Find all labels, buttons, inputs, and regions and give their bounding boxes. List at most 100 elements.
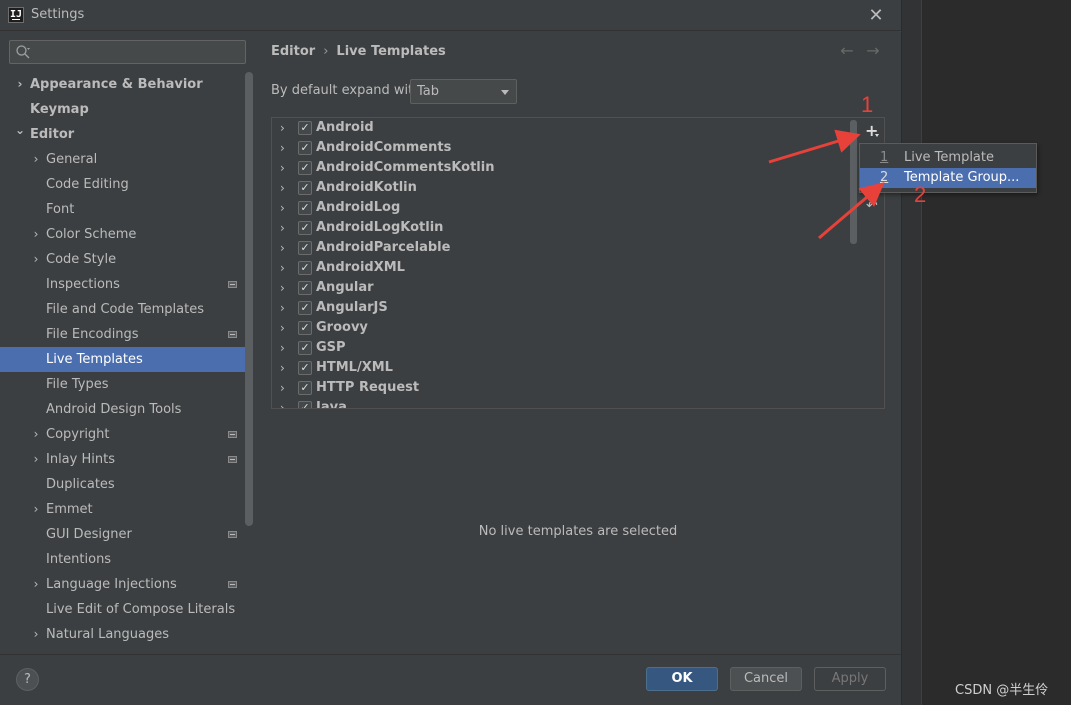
template-group-row[interactable]: › ✓ AndroidLog [272, 198, 859, 218]
template-group-checkbox[interactable]: ✓ [298, 341, 312, 355]
chevron-right-icon[interactable]: › [30, 622, 42, 647]
chevron-right-icon[interactable]: › [280, 378, 285, 398]
undo-icon[interactable]: ↶ [866, 199, 880, 213]
expand-with-value: Tab [417, 84, 440, 99]
popup-item-live-template[interactable]: 1 Live Template [860, 148, 1036, 168]
template-group-row[interactable]: › ✓ Angular [272, 278, 859, 298]
sidebar-item-font[interactable]: Font [0, 197, 253, 222]
template-group-checkbox[interactable]: ✓ [298, 181, 312, 195]
chevron-right-icon[interactable]: › [280, 178, 285, 198]
sidebar-item-label: Android Design Tools [46, 402, 182, 417]
chevron-right-icon[interactable]: › [280, 118, 285, 138]
template-group-row[interactable]: › ✓ AndroidComments [272, 138, 859, 158]
sidebar-item-duplicates[interactable]: Duplicates [0, 472, 253, 497]
template-group-row[interactable]: › ✓ AndroidLogKotlin [272, 218, 859, 238]
sidebar-item-natural-languages[interactable]: › Natural Languages [0, 622, 253, 647]
chevron-down-icon[interactable]: ⌄ [14, 118, 26, 143]
chevron-right-icon[interactable]: › [280, 278, 285, 298]
sidebar-item-general[interactable]: › General [0, 147, 253, 172]
template-group-checkbox[interactable]: ✓ [298, 381, 312, 395]
sidebar-item-language-injections[interactable]: › Language Injections [0, 572, 253, 597]
sidebar-item-inlay-hints[interactable]: › Inlay Hints [0, 447, 253, 472]
chevron-right-icon[interactable]: › [30, 447, 42, 472]
arrow-left-icon[interactable]: ← [838, 41, 856, 60]
sidebar-item-live-edit-of-compose-literals[interactable]: Live Edit of Compose Literals [0, 597, 253, 622]
sidebar-item-file-and-code-templates[interactable]: File and Code Templates [0, 297, 253, 322]
template-group-row[interactable]: › ✓ AndroidParcelable [272, 238, 859, 258]
template-group-checkbox[interactable]: ✓ [298, 241, 312, 255]
breadcrumb-separator: › [323, 44, 329, 59]
template-group-checkbox[interactable]: ✓ [298, 401, 312, 408]
template-group-checkbox[interactable]: ✓ [298, 261, 312, 275]
popup-item-template-group[interactable]: 2 Template Group... [860, 168, 1036, 188]
sidebar-item-gui-designer[interactable]: GUI Designer [0, 522, 253, 547]
template-group-checkbox[interactable]: ✓ [298, 301, 312, 315]
chevron-right-icon[interactable]: › [280, 158, 285, 178]
sidebar-item-file-encodings[interactable]: File Encodings [0, 322, 253, 347]
expand-with-dropdown[interactable]: Tab [410, 79, 517, 104]
sidebar-item-emmet[interactable]: › Emmet [0, 497, 253, 522]
template-group-row[interactable]: › ✓ HTML/XML [272, 358, 859, 378]
apply-button[interactable]: Apply [814, 667, 886, 691]
sidebar-scrollbar[interactable] [245, 72, 253, 526]
sidebar-item-copyright[interactable]: › Copyright [0, 422, 253, 447]
template-group-checkbox[interactable]: ✓ [298, 201, 312, 215]
chevron-right-icon[interactable]: › [280, 318, 285, 338]
chevron-right-icon[interactable]: › [30, 147, 42, 172]
sidebar-item-label: Code Editing [46, 177, 129, 192]
close-icon[interactable]: ✕ [866, 6, 886, 26]
chevron-right-icon[interactable]: › [30, 247, 42, 272]
cancel-button[interactable]: Cancel [730, 667, 802, 691]
chevron-right-icon[interactable]: › [280, 198, 285, 218]
breadcrumb-editor[interactable]: Editor [271, 44, 315, 59]
sidebar-item-keymap[interactable]: Keymap [0, 97, 253, 122]
template-group-row[interactable]: › ✓ AndroidKotlin [272, 178, 859, 198]
help-button[interactable]: ? [16, 668, 39, 691]
sidebar-item-label: Copyright [46, 427, 110, 442]
sidebar-item-file-types[interactable]: File Types [0, 372, 253, 397]
chevron-right-icon[interactable]: › [30, 222, 42, 247]
template-group-checkbox[interactable]: ✓ [298, 141, 312, 155]
template-group-row[interactable]: › ✓ AndroidCommentsKotlin [272, 158, 859, 178]
sidebar-item-label: Intentions [46, 552, 112, 567]
template-group-row[interactable]: › ✓ GSP [272, 338, 859, 358]
template-group-row[interactable]: › ✓ Java [272, 398, 859, 408]
template-group-row[interactable]: › ✓ AndroidXML [272, 258, 859, 278]
chevron-right-icon[interactable]: › [280, 258, 285, 278]
template-group-checkbox[interactable]: ✓ [298, 321, 312, 335]
sidebar-item-code-editing[interactable]: Code Editing [0, 172, 253, 197]
chevron-right-icon[interactable]: › [280, 238, 285, 258]
chevron-right-icon[interactable]: › [280, 398, 285, 408]
template-group-checkbox[interactable]: ✓ [298, 121, 312, 135]
template-group-checkbox[interactable]: ✓ [298, 361, 312, 375]
chevron-right-icon[interactable]: › [280, 218, 285, 238]
sidebar-item-color-scheme[interactable]: › Color Scheme [0, 222, 253, 247]
sidebar-item-inspections[interactable]: Inspections [0, 272, 253, 297]
template-group-checkbox[interactable]: ✓ [298, 161, 312, 175]
sidebar-item-live-templates[interactable]: Live Templates [0, 347, 253, 372]
sidebar-item-appearance-behavior[interactable]: › Appearance & Behavior [0, 72, 253, 97]
template-group-checkbox[interactable]: ✓ [298, 221, 312, 235]
chevron-right-icon[interactable]: › [30, 572, 42, 597]
chevron-right-icon[interactable]: › [280, 358, 285, 378]
chevron-right-icon[interactable]: › [280, 138, 285, 158]
template-group-row[interactable]: › ✓ Android [272, 118, 859, 138]
template-list-scrollbar[interactable] [850, 120, 857, 244]
chevron-right-icon[interactable]: › [30, 497, 42, 522]
ok-button[interactable]: OK [646, 667, 718, 691]
chevron-right-icon[interactable]: › [280, 338, 285, 358]
sidebar-item-android-design-tools[interactable]: Android Design Tools [0, 397, 253, 422]
search-input[interactable] [9, 40, 246, 64]
chevron-right-icon[interactable]: › [14, 72, 26, 97]
chevron-right-icon[interactable]: › [280, 298, 285, 318]
sidebar-item-intentions[interactable]: Intentions [0, 547, 253, 572]
add-icon[interactable]: + [865, 123, 879, 139]
sidebar-item-editor[interactable]: ⌄ Editor [0, 122, 253, 147]
template-group-checkbox[interactable]: ✓ [298, 281, 312, 295]
template-group-row[interactable]: › ✓ Groovy [272, 318, 859, 338]
chevron-right-icon[interactable]: › [30, 422, 42, 447]
template-group-row[interactable]: › ✓ HTTP Request [272, 378, 859, 398]
template-group-row[interactable]: › ✓ AngularJS [272, 298, 859, 318]
sidebar-item-code-style[interactable]: › Code Style [0, 247, 253, 272]
arrow-right-icon[interactable]: → [864, 41, 882, 60]
